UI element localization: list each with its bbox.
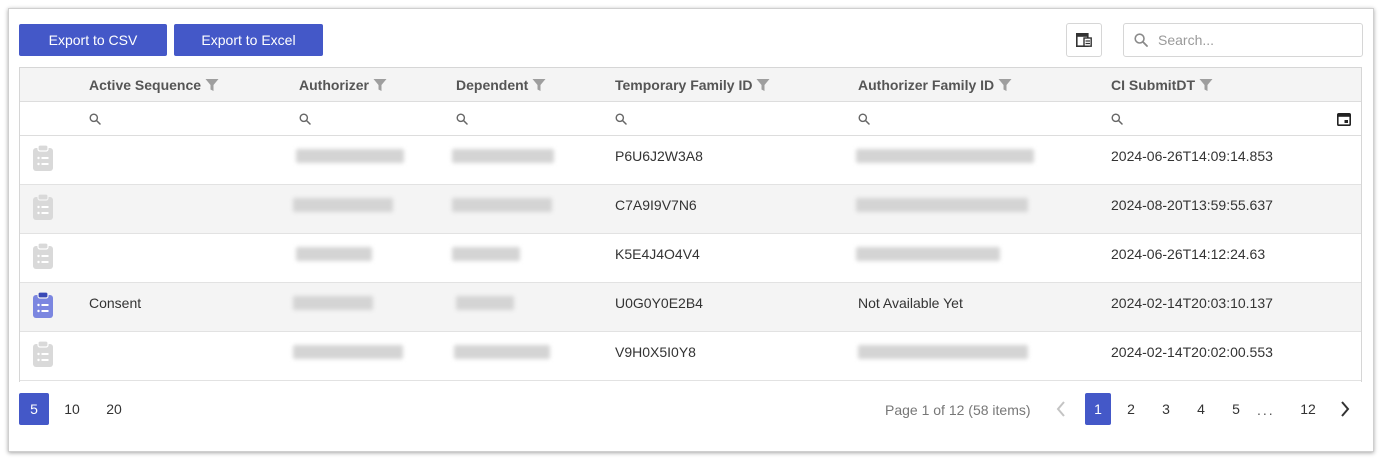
filter-funnel-icon[interactable]	[998, 78, 1012, 92]
column-header-dependent[interactable]: Dependent	[456, 68, 546, 102]
pager: 5 10 20 Page 1 of 12 (58 items) 1 2 3 4 …	[19, 392, 1365, 428]
cell-dependent-redacted	[456, 283, 514, 323]
table-row[interactable]: P6U6J2W3A8 2024-06-26T14:09:14.853	[20, 136, 1361, 185]
cell-ci-submitdt: 2024-02-14T20:02:00.553	[1111, 344, 1273, 360]
search-icon	[1111, 113, 1123, 125]
cell-ci-submitdt: 2024-06-26T14:09:14.853	[1111, 148, 1273, 164]
cell-temporary-family-id: K5E4J4O4V4	[615, 246, 700, 262]
column-header-temporary-family-id[interactable]: Temporary Family ID	[615, 68, 770, 102]
cell-active-sequence: Consent	[89, 295, 142, 311]
cell-dependent-redacted	[454, 332, 550, 372]
page-12[interactable]: 12	[1295, 393, 1321, 425]
cell-temporary-family-id: C7A9I9V7N6	[615, 197, 697, 213]
filter-funnel-icon[interactable]	[756, 78, 770, 92]
column-header-active-sequence[interactable]: Active Sequence	[89, 68, 219, 102]
column-header-authorizer-family-id[interactable]: Authorizer Family ID	[858, 68, 1012, 102]
export-excel-button[interactable]: Export to Excel	[174, 24, 323, 56]
data-grid: Active Sequence Authorizer Dependent Tem…	[19, 67, 1362, 382]
filter-cell-dependent[interactable]	[456, 102, 468, 136]
cell-ci-submitdt: 2024-06-26T14:12:24.63	[1111, 246, 1266, 262]
search-icon	[858, 113, 870, 125]
calendar-icon	[1337, 112, 1351, 126]
toolbar: Export to CSV Export to Excel	[19, 23, 1365, 59]
column-header-label: Authorizer	[299, 77, 369, 93]
cell-ci-submitdt: 2024-02-14T20:03:10.137	[1111, 295, 1273, 311]
filter-cell-active-sequence[interactable]	[89, 102, 101, 136]
column-header-label: Active Sequence	[89, 77, 202, 93]
page-info: Page 1 of 12 (58 items)	[885, 402, 1031, 418]
column-header-label: Authorizer Family ID	[858, 77, 995, 93]
table-row[interactable]: Consent U0G0Y0E2B4 Not Available Yet 202…	[20, 283, 1361, 332]
cell-authorizer-family-id-redacted	[856, 136, 1034, 176]
column-chooser-button[interactable]	[1066, 23, 1102, 57]
page-4[interactable]: 4	[1188, 393, 1214, 425]
page-5[interactable]: 5	[1223, 393, 1249, 425]
column-header-authorizer[interactable]: Authorizer	[299, 68, 387, 102]
chevron-right-icon[interactable]	[1339, 400, 1351, 418]
cell-authorizer-family-id-redacted	[858, 332, 1028, 372]
search-icon	[299, 113, 311, 125]
filter-cell-authorizer-family-id[interactable]	[858, 102, 870, 136]
page-size-20[interactable]: 20	[99, 393, 129, 425]
header-row: Active Sequence Authorizer Dependent Tem…	[20, 68, 1361, 102]
clipboard-list-icon[interactable]	[32, 242, 54, 270]
cell-authorizer-redacted	[293, 185, 393, 225]
filter-funnel-icon[interactable]	[1199, 78, 1213, 92]
cell-ci-submitdt: 2024-08-20T13:59:55.637	[1111, 197, 1273, 213]
filter-cell-authorizer[interactable]	[299, 102, 311, 136]
filter-funnel-icon[interactable]	[205, 78, 219, 92]
search-icon	[1134, 33, 1148, 47]
clipboard-list-icon[interactable]	[32, 291, 54, 319]
search-icon	[456, 113, 468, 125]
filter-funnel-icon[interactable]	[373, 78, 387, 92]
table-row[interactable]: V9H0X5I0Y8 2024-02-14T20:02:00.553	[20, 332, 1361, 381]
cell-dependent-redacted	[452, 234, 520, 274]
column-header-label: Temporary Family ID	[615, 77, 753, 93]
export-csv-button[interactable]: Export to CSV	[19, 24, 167, 56]
cell-dependent-redacted	[452, 185, 552, 225]
column-chooser-icon	[1076, 33, 1092, 47]
filter-cell-temporary-family-id[interactable]	[615, 102, 627, 136]
chevron-left-icon[interactable]	[1055, 400, 1067, 418]
page-size-5[interactable]: 5	[19, 393, 49, 425]
page-2[interactable]: 2	[1118, 393, 1144, 425]
calendar-button[interactable]	[1337, 102, 1351, 136]
clipboard-list-icon[interactable]	[32, 144, 54, 172]
table-row[interactable]: K5E4J4O4V4 2024-06-26T14:12:24.63	[20, 234, 1361, 283]
column-header-label: Dependent	[456, 77, 529, 93]
cell-authorizer-family-id-redacted	[856, 234, 1000, 274]
cell-temporary-family-id: P6U6J2W3A8	[615, 148, 703, 164]
filter-funnel-icon[interactable]	[532, 78, 546, 92]
cell-authorizer-redacted	[296, 234, 372, 274]
cell-authorizer-redacted	[293, 332, 403, 372]
clipboard-list-icon[interactable]	[32, 193, 54, 221]
cell-authorizer-redacted	[296, 136, 404, 176]
search-input[interactable]	[1158, 32, 1348, 48]
page-size-10[interactable]: 10	[57, 393, 87, 425]
filter-cell-ci-submitdt[interactable]	[1111, 102, 1123, 136]
page-3[interactable]: 3	[1153, 393, 1179, 425]
search-icon	[89, 113, 101, 125]
page-1[interactable]: 1	[1085, 393, 1111, 425]
cell-authorizer-family-id-redacted	[856, 185, 1028, 225]
search-icon	[615, 113, 627, 125]
cell-authorizer-family-id: Not Available Yet	[858, 295, 963, 311]
filter-row	[20, 102, 1361, 136]
grid-panel: Export to CSV Export to Excel Active Seq	[8, 8, 1374, 452]
column-header-label: CI SubmitDT	[1111, 77, 1195, 93]
cell-temporary-family-id: V9H0X5I0Y8	[615, 344, 696, 360]
table-row[interactable]: C7A9I9V7N6 2024-08-20T13:59:55.637	[20, 185, 1361, 234]
cell-authorizer-redacted	[293, 283, 373, 323]
clipboard-list-icon[interactable]	[32, 340, 54, 368]
page-ellipsis: ...	[1257, 402, 1275, 418]
cell-temporary-family-id: U0G0Y0E2B4	[615, 295, 703, 311]
cell-dependent-redacted	[452, 136, 554, 176]
search-box[interactable]	[1123, 23, 1363, 57]
column-header-ci-submitdt[interactable]: CI SubmitDT	[1111, 68, 1213, 102]
